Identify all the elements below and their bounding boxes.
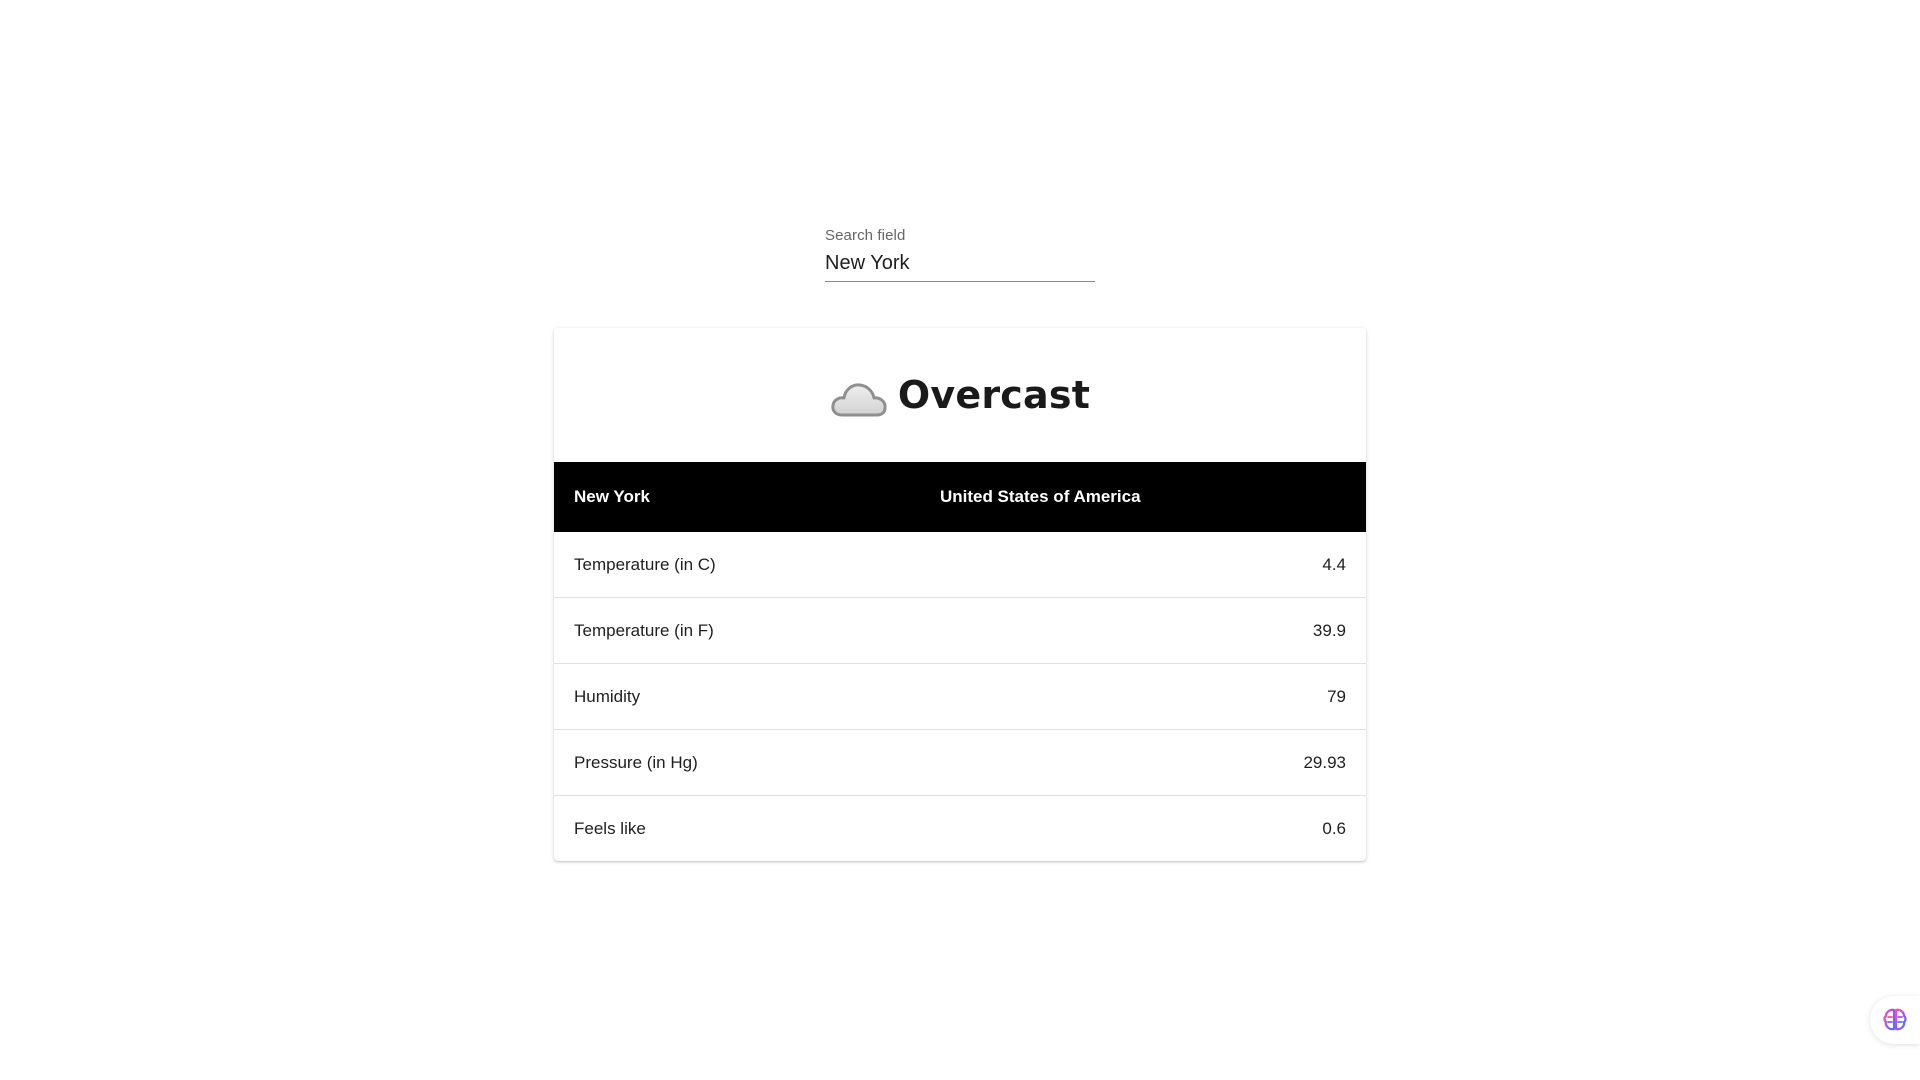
- row-value: 29.93: [939, 729, 1366, 796]
- weather-card: Overcast New York United States of Ameri…: [554, 328, 1366, 861]
- row-value: 0.6: [1322, 818, 1346, 838]
- row-label: Humidity: [554, 663, 940, 730]
- table-header-row: New York United States of America: [554, 462, 1366, 532]
- brain-icon: [1883, 1008, 1907, 1031]
- assistant-button[interactable]: [1870, 996, 1920, 1044]
- search-field-label: Search field: [825, 227, 906, 244]
- row-value: 79: [939, 663, 1366, 730]
- table-row: Pressure (in Hg) 29.93: [554, 729, 1366, 796]
- table-row: Humidity 79: [554, 663, 1366, 730]
- city-name: New York: [574, 487, 650, 506]
- weather-table: New York United States of America Temper…: [554, 462, 1366, 861]
- row-value: 4.4: [939, 532, 1366, 598]
- row-value: 39.9: [939, 597, 1366, 664]
- country-name: United States of America: [939, 487, 1141, 506]
- weather-condition-header: Overcast: [554, 328, 1366, 462]
- row-label: Temperature (in C): [554, 532, 940, 598]
- search-input[interactable]: [825, 252, 1095, 282]
- weather-condition: Overcast: [897, 373, 1091, 417]
- row-label: Pressure (in Hg): [554, 729, 940, 796]
- search-field[interactable]: Search field: [825, 226, 1095, 282]
- cloud-icon: [831, 383, 887, 417]
- table-row: Temperature (in C) 4.4: [554, 532, 1366, 598]
- table-row: Feels like 0.6: [554, 796, 1366, 862]
- table-row: Temperature (in F) 39.9: [554, 597, 1366, 664]
- row-label: Feels like: [574, 818, 646, 838]
- row-label: Temperature (in F): [554, 597, 940, 664]
